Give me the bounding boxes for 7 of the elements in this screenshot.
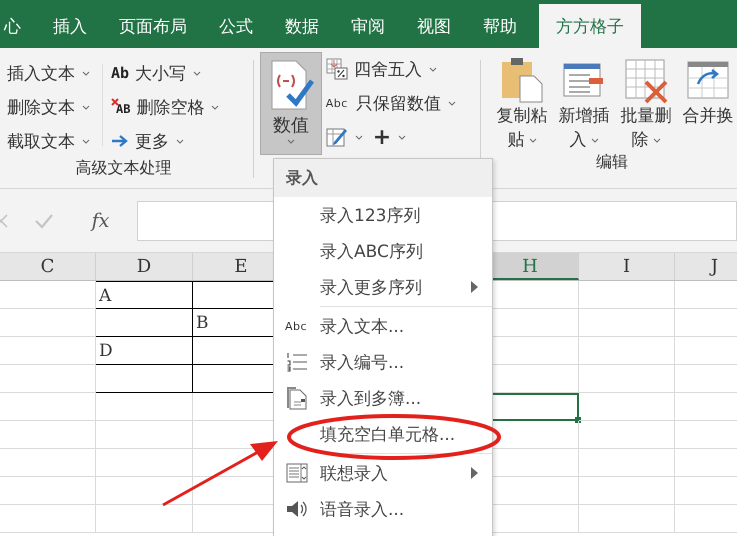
- group-label: 编辑: [595, 152, 629, 173]
- abc-icon: Abc: [326, 96, 350, 110]
- menu-title: 录入: [274, 159, 492, 197]
- group-label: 高级文本处理: [74, 158, 172, 179]
- case-icon: Ab: [111, 64, 130, 82]
- table-cell: D: [96, 337, 193, 365]
- table-cell: A: [96, 281, 193, 309]
